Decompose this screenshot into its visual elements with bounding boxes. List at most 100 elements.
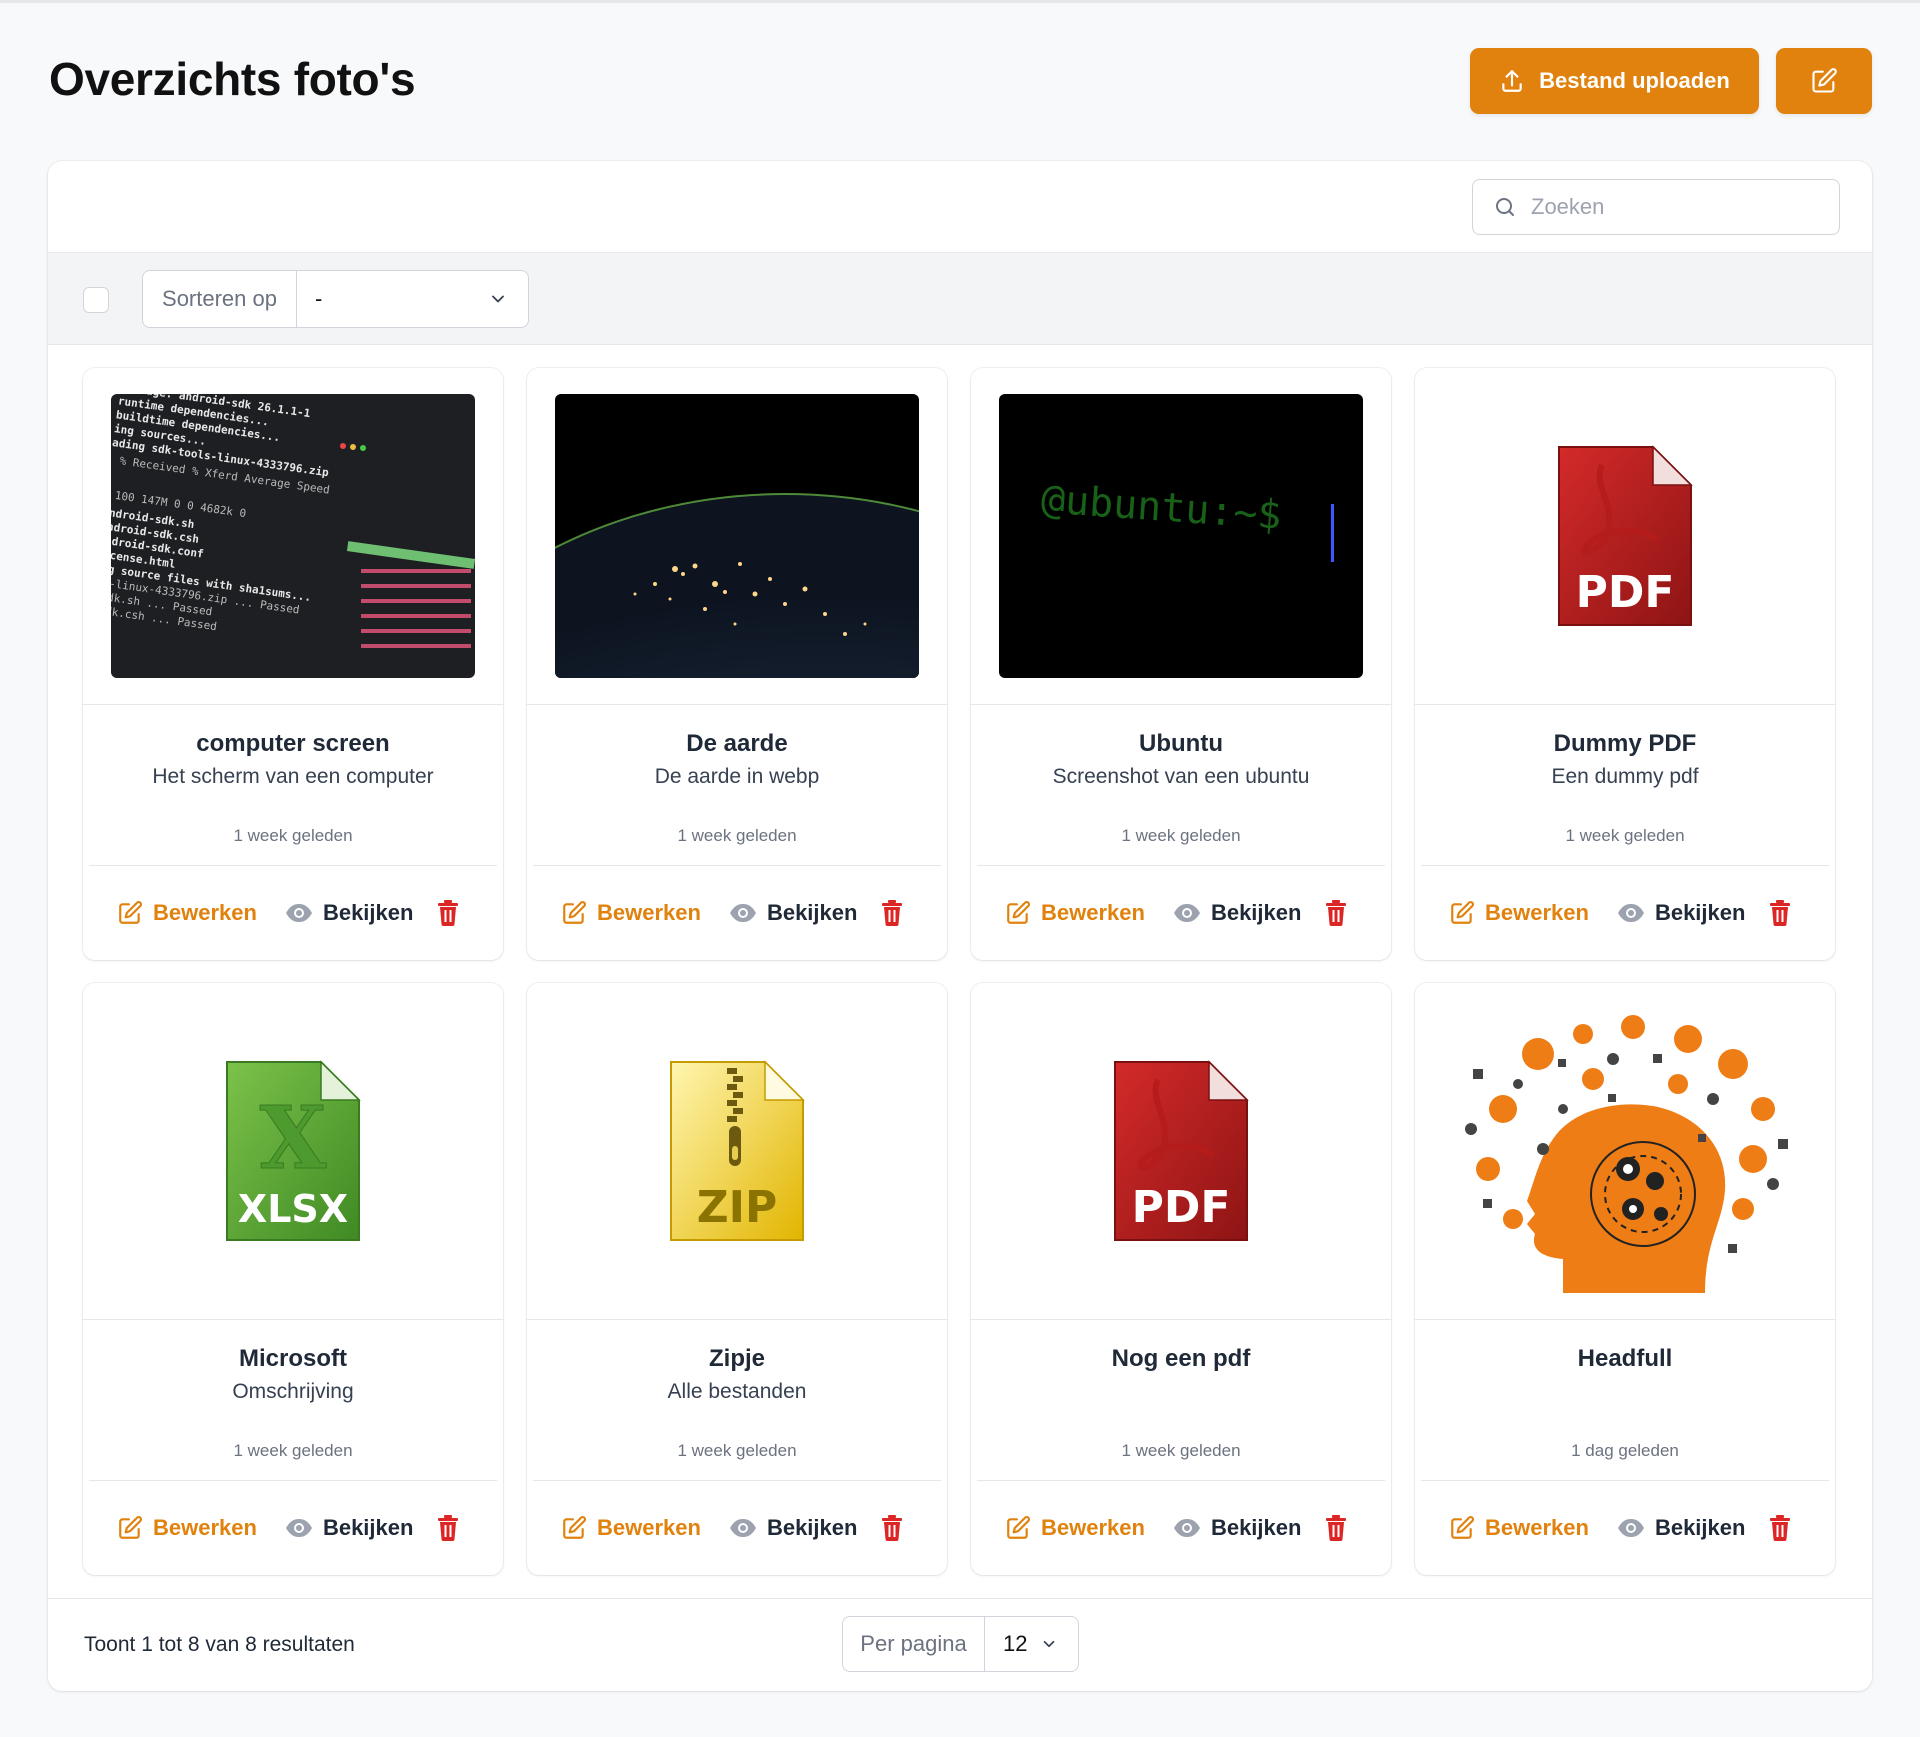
card-divider <box>533 865 941 866</box>
edit-icon <box>563 1516 586 1539</box>
card-timestamp: 1 week geleden <box>677 1441 797 1460</box>
head-gears-illustration[interactable] <box>1443 1009 1807 1293</box>
card-divider <box>533 1480 941 1481</box>
page-title: Overzichts foto's <box>49 53 416 105</box>
card-actions: Bewerken Bekijken <box>561 1511 903 1545</box>
eye-icon <box>1173 1519 1200 1537</box>
media-card[interactable]: @ubuntu:~$ Ubuntu Screenshot van een ubu… <box>971 368 1391 960</box>
view-button[interactable]: Bekijken <box>729 1515 858 1541</box>
edit-icon <box>119 901 142 924</box>
card-title: Zipje <box>708 1345 765 1372</box>
edit-button[interactable]: Bewerken <box>1005 1515 1145 1541</box>
card-divider <box>977 865 1385 866</box>
edit-button[interactable]: Bewerken <box>1005 900 1145 926</box>
search-box[interactable] <box>1472 179 1840 235</box>
eye-icon <box>729 1519 756 1537</box>
media-card[interactable]: Installing package package: android-sdk … <box>83 368 503 960</box>
card-image-area: PDF <box>1415 368 1835 705</box>
edit-button[interactable]: Bewerken <box>561 900 701 926</box>
card-actions: Bewerken Bekijken <box>1449 896 1791 930</box>
card-actions: Bewerken Bekijken <box>1005 896 1347 930</box>
ubuntu-prompt-thumbnail[interactable]: @ubuntu:~$ <box>999 394 1363 678</box>
media-card[interactable]: De aarde De aarde in webp 1 week geleden… <box>527 368 947 960</box>
pdf-file-icon[interactable]: PDF <box>1443 394 1807 678</box>
upload-file-button[interactable]: Bestand uploaden <box>1470 48 1759 114</box>
card-timestamp: 1 week geleden <box>233 1441 353 1460</box>
per-page-value: 12 <box>1003 1631 1028 1656</box>
card-description: Screenshot van een ubuntu <box>1052 765 1310 788</box>
card-divider <box>1421 865 1829 866</box>
pencil-square-icon <box>1812 68 1837 93</box>
pdf-file-icon[interactable]: PDF <box>999 1009 1363 1293</box>
delete-button[interactable] <box>437 900 459 926</box>
xlsx-file-icon[interactable]: X XLSX <box>111 1009 475 1293</box>
upload-icon <box>1502 70 1522 92</box>
delete-button[interactable] <box>881 900 903 926</box>
eye-icon <box>285 1519 312 1537</box>
svg-text:X: X <box>260 1088 327 1189</box>
card-actions: Bewerken Bekijken <box>1005 1511 1347 1545</box>
delete-button[interactable] <box>437 1515 459 1541</box>
view-button[interactable]: Bekijken <box>1617 900 1745 926</box>
media-card[interactable]: PDF Dummy PDF Een dummy pdf 1 week geled… <box>1415 368 1835 960</box>
card-title: Microsoft <box>239 1345 347 1372</box>
edit-icon <box>563 901 586 924</box>
terminal-screenshot-thumbnail[interactable]: Installing package package: android-sdk … <box>111 394 475 678</box>
delete-button[interactable] <box>1325 900 1347 926</box>
per-page-select[interactable]: 12 <box>985 1617 1078 1671</box>
view-label: Bekijken <box>322 1515 414 1540</box>
zip-file-icon[interactable]: ZIP <box>555 1009 919 1293</box>
edit-button[interactable]: Bewerken <box>561 1515 701 1541</box>
earth-at-night-thumbnail[interactable] <box>555 394 919 678</box>
view-button[interactable]: Bekijken <box>285 900 413 926</box>
delete-button[interactable] <box>1769 900 1791 926</box>
card-divider <box>1421 1480 1829 1481</box>
edit-label: Bewerken <box>153 900 257 925</box>
card-image-area <box>1415 983 1835 1320</box>
trash-icon <box>1770 1515 1791 1541</box>
edit-button[interactable]: Bewerken <box>1449 900 1589 926</box>
view-button[interactable]: Bekijken <box>1617 1515 1745 1541</box>
sort-select[interactable]: - <box>297 271 528 327</box>
trash-icon <box>438 1515 459 1541</box>
trash-icon <box>882 900 903 926</box>
delete-button[interactable] <box>1769 1515 1791 1541</box>
card-divider <box>89 865 497 866</box>
card-timestamp: 1 week geleden <box>677 826 797 845</box>
card-image-area: @ubuntu:~$ <box>971 368 1391 705</box>
sort-value: - <box>315 286 323 311</box>
card-title: Nog een pdf <box>1111 1345 1251 1372</box>
upload-button-label: Bestand uploaden <box>1539 68 1730 93</box>
media-card[interactable]: Headfull 1 dag geleden Bewerken Bekijken <box>1415 983 1835 1575</box>
view-button[interactable]: Bekijken <box>729 900 858 926</box>
edit-icon <box>1007 901 1030 924</box>
svg-text:PDF: PDF <box>1132 1182 1231 1233</box>
view-button[interactable]: Bekijken <box>285 1515 414 1541</box>
view-label: Bekijken <box>1210 900 1302 925</box>
edit-label: Bewerken <box>1485 1515 1589 1540</box>
card-timestamp: 1 week geleden <box>1565 826 1685 845</box>
edit-button[interactable]: Bewerken <box>117 1515 257 1541</box>
card-timestamp: 1 week geleden <box>233 826 353 845</box>
edit-mode-button[interactable] <box>1776 48 1872 114</box>
card-image-area: PDF <box>971 983 1391 1320</box>
view-button[interactable]: Bekijken <box>1173 900 1302 926</box>
card-timestamp: 1 week geleden <box>1121 1441 1241 1460</box>
edit-button[interactable]: Bewerken <box>1449 1515 1589 1541</box>
delete-button[interactable] <box>881 1515 903 1541</box>
view-label: Bekijken <box>766 900 858 925</box>
select-all-checkbox[interactable] <box>83 287 109 313</box>
edit-button[interactable]: Bewerken <box>117 900 257 926</box>
trash-icon <box>1326 900 1347 926</box>
delete-button[interactable] <box>1325 1515 1347 1541</box>
search-input[interactable] <box>1531 194 1811 220</box>
results-count: Toont 1 tot 8 van 8 resultaten <box>84 1633 355 1656</box>
per-page-label: Per pagina <box>843 1617 985 1671</box>
media-card[interactable]: X XLSX Microsoft Omschrijving 1 week gel… <box>83 983 503 1575</box>
view-button[interactable]: Bekijken <box>1173 1515 1301 1541</box>
trash-icon <box>1770 900 1791 926</box>
media-card[interactable]: ZIP Zipje Alle bestanden 1 week geleden … <box>527 983 947 1575</box>
media-card[interactable]: PDF Nog een pdf 1 week geleden Bewerken … <box>971 983 1391 1575</box>
view-label: Bekijken <box>766 1515 858 1540</box>
card-title: Dummy PDF <box>1553 730 1697 757</box>
